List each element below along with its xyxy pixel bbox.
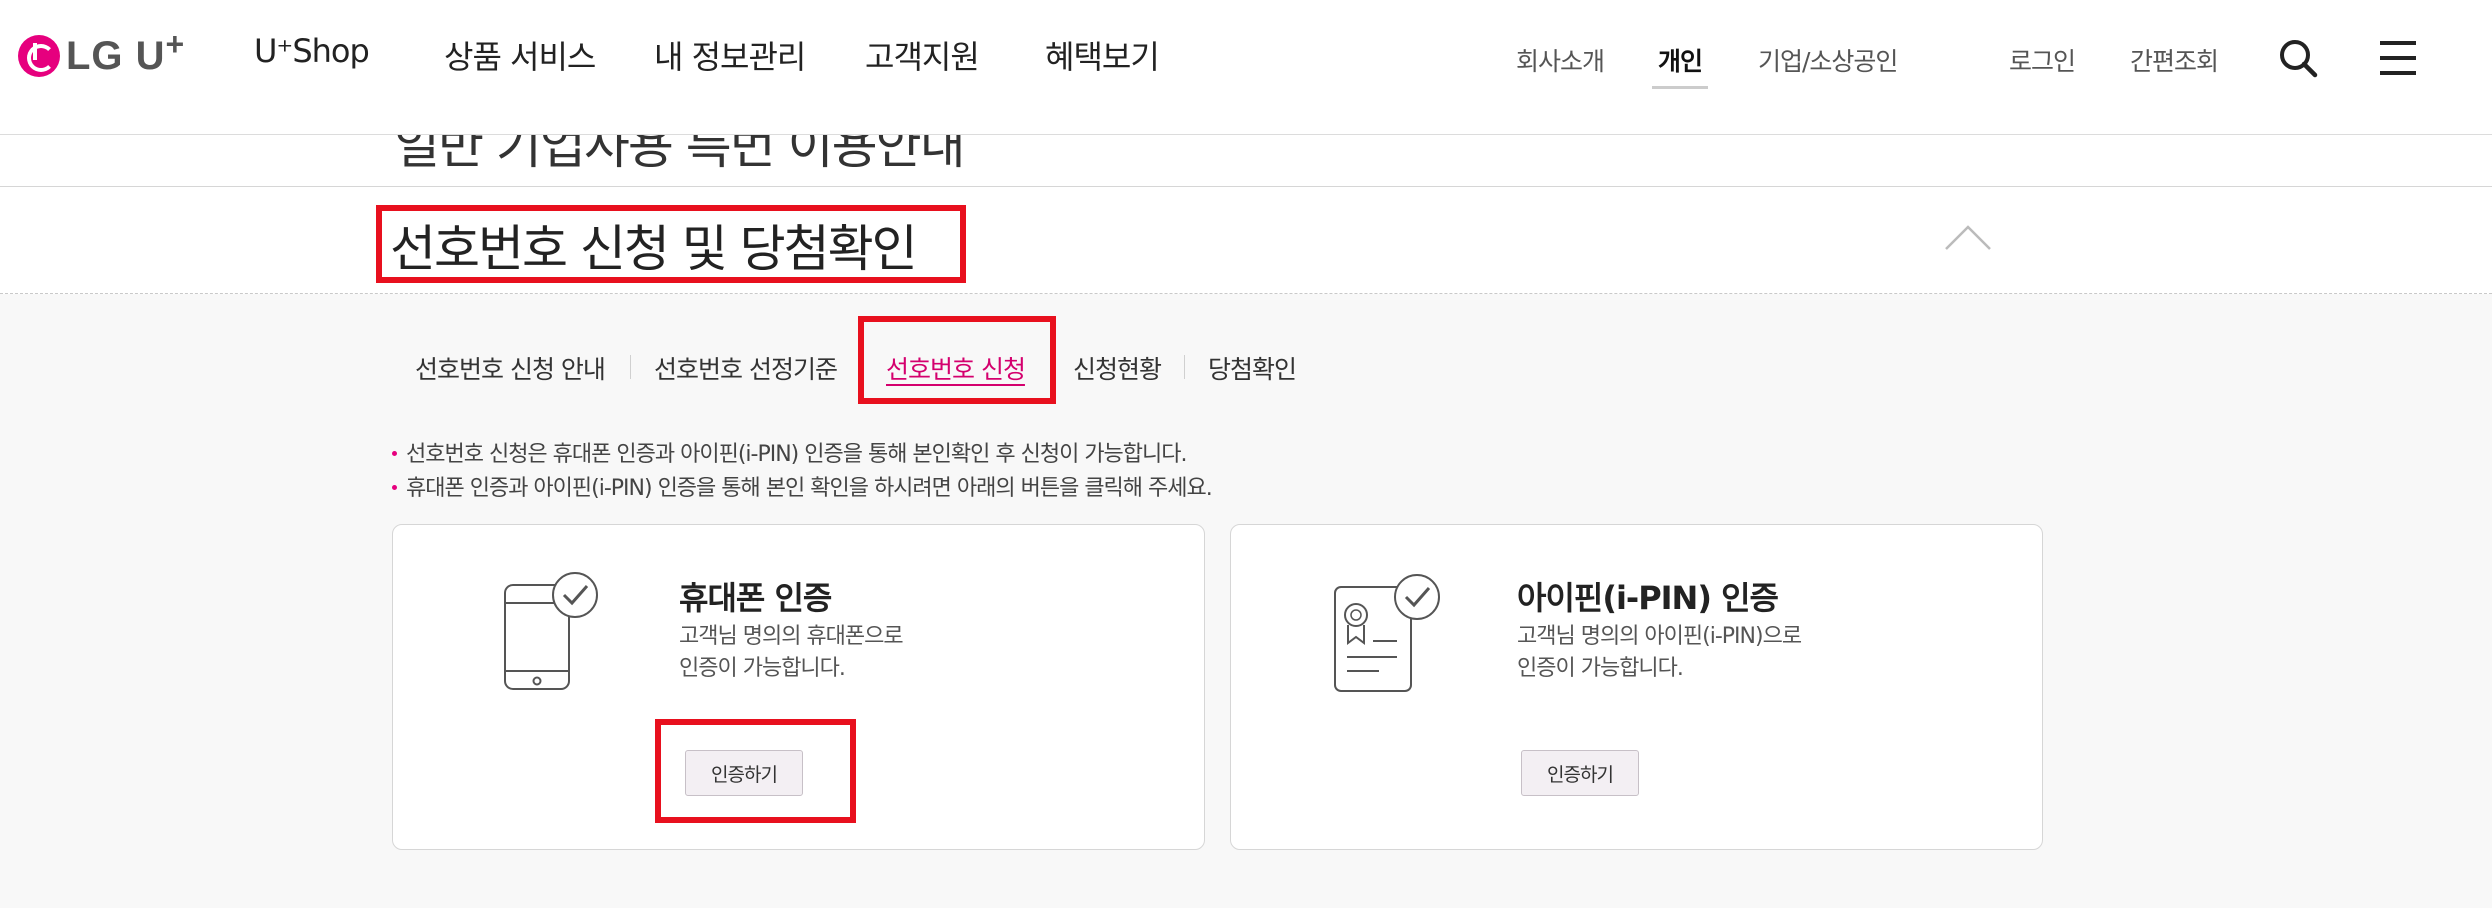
bullet-icon [392,450,397,456]
tab-divider [1184,355,1185,379]
quick-lookup-link[interactable]: 간편조회 [2130,42,2219,78]
tab-apply-guide[interactable]: 선호번호 신청 안내 [415,350,606,386]
notice-text: 휴대폰 인증과 아이핀(i-PIN) 인증을 통해 본인 확인을 하시려면 아래… [406,476,1213,501]
search-icon[interactable] [2278,38,2318,78]
accordion-item-business-number[interactable]: 일반 기업사용 특번 이용안내 [0,134,2492,187]
util-personal[interactable]: 개인 [1651,42,1709,89]
lg-logo-icon [18,35,60,77]
bullet-icon [392,484,397,490]
nav-my-info[interactable]: 내 정보관리 [654,32,806,78]
phone-auth-button[interactable]: 인증하기 [685,750,803,796]
notice-text: 선호번호 신청은 휴대폰 인증과 아이핀(i-PIN) 인증을 통해 본인확인 … [406,442,1188,467]
card-title: 아이핀(i-PIN) 인증 [1517,579,1779,617]
card-desc-line: 인증이 가능합니다. [679,656,846,681]
notice-line: 휴대폰 인증과 아이핀(i-PIN) 인증을 통해 본인 확인을 하시려면 아래… [392,470,1213,502]
ipin-auth-card: 아이핀(i-PIN) 인증 고객님 명의의 아이핀(i-PIN)으로 인증이 가… [1230,524,2043,850]
logo-text: LG U [66,33,166,78]
card-desc-line: 고객님 명의의 아이핀(i-PIN)으로 [1517,624,1802,649]
chevron-down-icon[interactable] [1954,134,1984,148]
card-desc-line: 인증이 가능합니다. [1517,656,1684,681]
tab-apply[interactable]: 선호번호 신청 [886,350,1026,386]
global-header: LG U + U⁺Shop 상품 서비스 내 정보관리 고객지원 혜택보기 회사… [0,0,2492,135]
logo-plus: + [165,25,185,62]
tab-application-status[interactable]: 신청현황 [1073,350,1162,386]
hamburger-menu-icon[interactable] [2378,38,2418,78]
phone-auth-card: 휴대폰 인증 고객님 명의의 휴대폰으로 인증이 가능합니다. 인증하기 [392,524,1205,850]
nav-products-services[interactable]: 상품 서비스 [444,32,596,78]
chevron-up-icon[interactable] [1944,223,1992,251]
nav-customer-support[interactable]: 고객지원 [865,32,980,78]
util-business[interactable]: 기업/소상공인 [1758,42,1898,78]
accordion-title: 일반 기업사용 특번 이용안내 [394,134,966,175]
card-desc-line: 고객님 명의의 휴대폰으로 [679,624,904,649]
nav-benefits[interactable]: 혜택보기 [1045,32,1160,78]
tab-winner-check[interactable]: 당첨확인 [1208,350,1297,386]
phone-check-icon [504,572,598,690]
tab-divider [630,355,631,379]
certificate-check-icon [1334,574,1440,692]
nav-ushop[interactable]: U⁺Shop [254,32,370,70]
accordion-item-preferred-number: 선호번호 신청 및 당첨확인 [0,187,2492,294]
ipin-auth-button[interactable]: 인증하기 [1521,750,1639,796]
accordion-title: 선호번호 신청 및 당첨확인 [390,220,918,278]
tab-selection-criteria[interactable]: 선호번호 선정기준 [654,350,838,386]
notice-line: 선호번호 신청은 휴대폰 인증과 아이핀(i-PIN) 인증을 통해 본인확인 … [392,436,1188,468]
login-link[interactable]: 로그인 [2009,42,2076,78]
util-company-intro[interactable]: 회사소개 [1516,42,1605,78]
card-title: 휴대폰 인증 [679,579,832,617]
lg-uplus-logo[interactable]: LG U + [18,26,184,78]
